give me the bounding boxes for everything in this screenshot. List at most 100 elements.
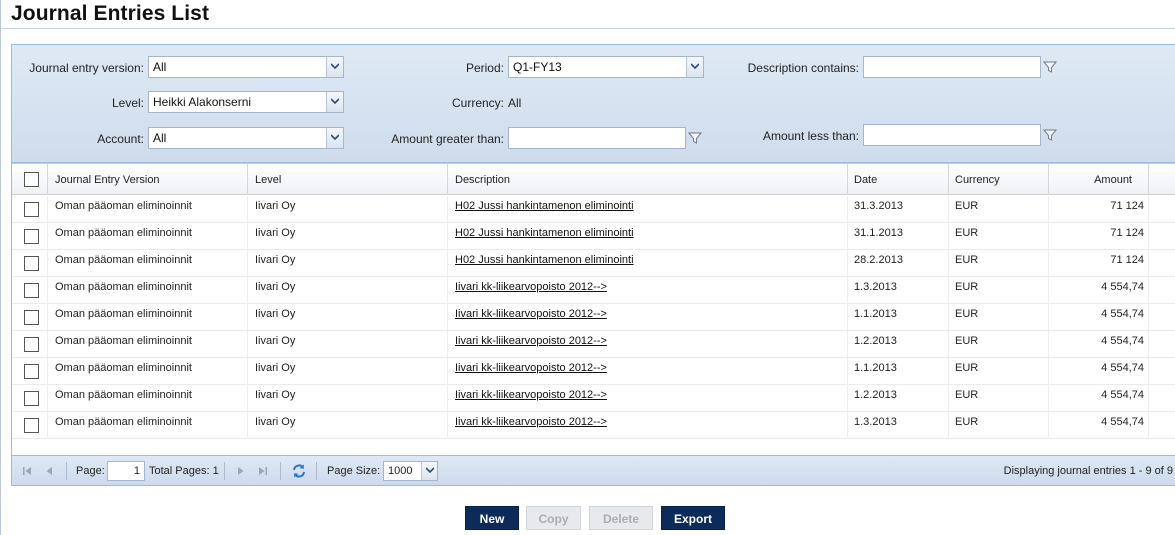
description-link[interactable]: H02 Jussi hankintamenon eliminointi	[455, 200, 634, 212]
table-row[interactable]: Oman pääoman eliminoinnit Iivari Oy Iivari…	[12, 331, 1175, 358]
table-row[interactable]: Oman pääoman eliminoinnit Iivari Oy H02 Ju…	[12, 250, 1175, 277]
page-label: Page:	[76, 465, 105, 477]
cell-level: Iivari Oy	[248, 385, 448, 412]
next-page-icon[interactable]	[234, 464, 248, 478]
level-label: Level:	[111, 96, 144, 110]
row-checkbox[interactable]	[24, 418, 39, 433]
description-link[interactable]: Iivari kk-liikearvopoisto 2012-->	[455, 362, 607, 374]
chevron-down-icon	[331, 63, 339, 70]
cell-amount: 4 554,74	[1049, 304, 1149, 331]
cell-currency: EUR	[949, 196, 1049, 223]
description-link[interactable]: H02 Jussi hankintamenon eliminointi	[455, 254, 634, 266]
filter-icon[interactable]	[687, 130, 703, 146]
row-checkbox[interactable]	[24, 310, 39, 325]
chevron-down-icon	[426, 467, 434, 474]
cell-level: Iivari Oy	[248, 196, 448, 223]
level-select[interactable]: Heikki Alakonserni	[148, 91, 344, 113]
cell-date: 28.2.2013	[848, 250, 949, 277]
cell-description: H02 Jussi hankintamenon eliminointi	[448, 223, 848, 250]
account-trigger[interactable]	[326, 128, 343, 148]
account-select[interactable]: All	[148, 127, 344, 149]
cell-level: Iivari Oy	[248, 412, 448, 439]
title-divider	[1, 28, 1175, 29]
cell-date: 1.1.2013	[848, 304, 949, 331]
cell-version: Oman pääoman eliminoinnit	[48, 331, 248, 358]
filter-icon[interactable]	[1042, 59, 1058, 75]
cell-description: Iivari kk-liikearvopoisto 2012-->	[448, 304, 848, 331]
pager-separator	[224, 462, 225, 480]
select-all-checkbox[interactable]	[24, 172, 39, 187]
table-row[interactable]: Oman pääoman eliminoinnit Iivari Oy Iivari…	[12, 277, 1175, 304]
cell-amount: 4 554,74	[1049, 331, 1149, 358]
cell-currency: EUR	[949, 304, 1049, 331]
cell-select	[12, 223, 48, 250]
cell-currency: EUR	[949, 358, 1049, 385]
cell-version: Oman pääoman eliminoinnit	[48, 223, 248, 250]
export-button[interactable]: Export	[661, 506, 725, 530]
column-header-amount[interactable]: Amount	[1049, 164, 1149, 195]
journal-entry-version-trigger[interactable]	[326, 57, 343, 77]
column-header-currency[interactable]: Currency	[949, 164, 1049, 195]
row-checkbox[interactable]	[24, 256, 39, 271]
cell-level: Iivari Oy	[248, 223, 448, 250]
column-header-description[interactable]: Description	[448, 164, 848, 195]
cell-currency: EUR	[949, 223, 1049, 250]
table-row[interactable]: Oman pääoman eliminoinnit Iivari Oy Iivari…	[12, 304, 1175, 331]
total-pages-label: Total Pages: 1	[149, 465, 219, 477]
journal-entry-version-select[interactable]: All	[148, 56, 344, 78]
row-checkbox[interactable]	[24, 364, 39, 379]
pager-separator	[66, 462, 67, 480]
level-trigger[interactable]	[326, 92, 343, 112]
table-row[interactable]: Oman pääoman eliminoinnit Iivari Oy Iivari…	[12, 358, 1175, 385]
header-select-cell	[12, 164, 48, 195]
first-page-icon[interactable]	[20, 464, 34, 478]
cell-description: Iivari kk-liikearvopoisto 2012-->	[448, 277, 848, 304]
previous-page-icon[interactable]	[42, 464, 56, 478]
period-select[interactable]: Q1-FY13	[508, 56, 704, 78]
cell-date: 1.3.2013	[848, 412, 949, 439]
delete-button[interactable]: Delete	[589, 506, 653, 530]
cell-date: 31.1.2013	[848, 223, 949, 250]
cell-amount: 4 554,74	[1049, 358, 1149, 385]
cell-amount: 71 124	[1049, 196, 1149, 223]
description-link[interactable]: Iivari kk-liikearvopoisto 2012-->	[455, 308, 607, 320]
cell-description: Iivari kk-liikearvopoisto 2012-->	[448, 358, 848, 385]
cell-version: Oman pääoman eliminoinnit	[48, 277, 248, 304]
description-link[interactable]: H02 Jussi hankintamenon eliminointi	[455, 227, 634, 239]
cell-amount: 71 124	[1049, 223, 1149, 250]
column-header-level[interactable]: Level	[248, 164, 448, 195]
description-link[interactable]: Iivari kk-liikearvopoisto 2012-->	[455, 335, 607, 347]
row-checkbox[interactable]	[24, 229, 39, 244]
description-link[interactable]: Iivari kk-liikearvopoisto 2012-->	[455, 389, 607, 401]
table-row[interactable]: Oman pääoman eliminoinnit Iivari Oy Iivari…	[12, 412, 1175, 439]
row-checkbox[interactable]	[24, 391, 39, 406]
column-header-date[interactable]: Date	[848, 164, 949, 195]
description-link[interactable]: Iivari kk-liikearvopoisto 2012-->	[455, 281, 607, 293]
page-number-input[interactable]: 1	[107, 461, 145, 481]
amount-less-than-label: Amount less than:	[762, 129, 859, 143]
refresh-icon[interactable]	[291, 463, 307, 479]
pager-separator	[280, 462, 281, 480]
row-checkbox[interactable]	[24, 337, 39, 352]
new-button[interactable]: New	[465, 506, 519, 530]
table-row[interactable]: Oman pääoman eliminoinnit Iivari Oy H02 Ju…	[12, 223, 1175, 250]
table-row[interactable]: Oman pääoman eliminoinnit Iivari Oy Iivari…	[12, 385, 1175, 412]
copy-button[interactable]: Copy	[526, 506, 581, 530]
left-border	[0, 0, 1, 535]
filter-icon[interactable]	[1042, 127, 1058, 143]
row-checkbox[interactable]	[24, 283, 39, 298]
description-link[interactable]: Iivari kk-liikearvopoisto 2012-->	[455, 416, 607, 428]
amount-less-than-input[interactable]	[863, 124, 1041, 146]
table-row[interactable]: Oman pääoman eliminoinnit Iivari Oy H02 Ju…	[12, 196, 1175, 223]
page-size-trigger[interactable]	[421, 462, 437, 480]
row-checkbox[interactable]	[24, 202, 39, 217]
cell-select	[12, 250, 48, 277]
period-trigger[interactable]	[686, 57, 703, 77]
page-size-select[interactable]: 1000	[383, 461, 438, 481]
amount-greater-than-input[interactable]	[508, 127, 686, 149]
last-page-icon[interactable]	[256, 464, 270, 478]
cell-select	[12, 331, 48, 358]
column-header-version[interactable]: Journal Entry Version	[48, 164, 248, 195]
pager-separator	[316, 462, 317, 480]
description-contains-input[interactable]	[863, 56, 1041, 78]
